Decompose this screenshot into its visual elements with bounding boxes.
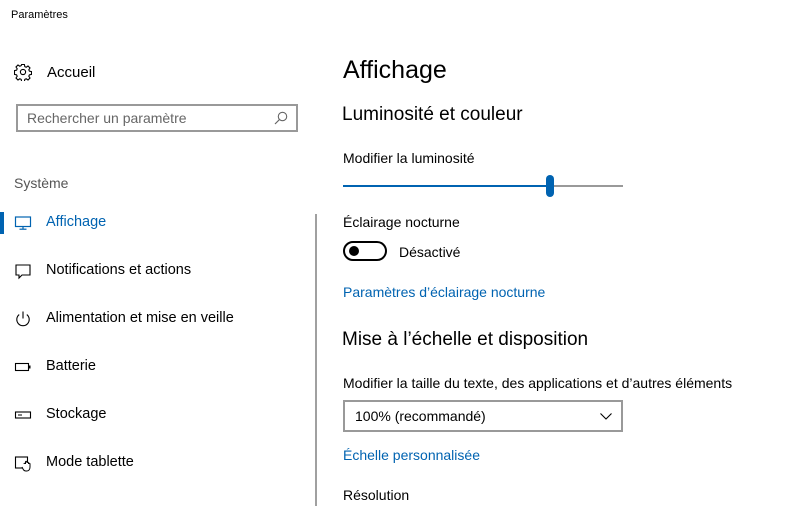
toggle-knob <box>349 246 359 256</box>
sidebar-item-storage[interactable]: Stockage <box>0 400 300 430</box>
night-light-label: Éclairage nocturne <box>343 214 460 230</box>
sidebar-item-display[interactable]: Affichage <box>0 208 300 238</box>
home-label: Accueil <box>47 63 96 81</box>
scale-dropdown[interactable]: 100% (recommandé) <box>343 400 623 432</box>
sidebar-item-notifications[interactable]: Notifications et actions <box>0 256 300 286</box>
search-input[interactable] <box>27 110 274 126</box>
sidebar-item-label: Notifications et actions <box>46 262 192 278</box>
sidebar-scrollbar[interactable] <box>315 214 317 506</box>
home-nav-item[interactable]: Accueil <box>14 61 294 83</box>
search-icon[interactable] <box>274 111 288 125</box>
slider-fill <box>343 185 551 187</box>
night-light-toggle[interactable] <box>343 241 387 261</box>
night-light-state: Désactivé <box>399 244 461 260</box>
section-label-system: Système <box>14 175 69 191</box>
sidebar-item-label: Batterie <box>46 358 96 374</box>
resolution-label: Résolution <box>343 487 410 503</box>
brightness-section-heading: Luminosité et couleur <box>342 104 523 125</box>
sidebar-item-tablet-mode[interactable]: Mode tablette <box>0 448 300 478</box>
page-title: Affichage <box>343 56 447 84</box>
sidebar-item-label: Alimentation et mise en veille <box>46 310 234 326</box>
night-light-settings-link[interactable]: Paramètres d’éclairage nocturne <box>343 284 545 300</box>
slider-thumb[interactable] <box>546 175 555 197</box>
power-icon <box>14 310 32 328</box>
sidebar-item-label: Affichage <box>46 214 107 230</box>
brightness-label: Modifier la luminosité <box>343 150 475 166</box>
monitor-icon <box>14 214 32 232</box>
battery-icon <box>14 358 32 376</box>
selected-indicator <box>0 212 4 234</box>
custom-scale-link[interactable]: Échelle personnalisée <box>343 447 480 463</box>
sidebar-item-label: Stockage <box>46 406 107 422</box>
storage-icon <box>14 406 32 424</box>
sidebar-item-power[interactable]: Alimentation et mise en veille <box>0 304 300 334</box>
search-box[interactable] <box>16 104 298 132</box>
scale-section-heading: Mise à l’échelle et disposition <box>342 329 589 350</box>
scale-label: Modifier la taille du texte, des applica… <box>343 375 733 391</box>
brightness-slider[interactable] <box>343 174 623 198</box>
sidebar-item-label: Mode tablette <box>46 454 134 470</box>
tablet-mode-icon <box>14 454 32 472</box>
sidebar-item-battery[interactable]: Batterie <box>0 352 300 382</box>
scale-dropdown-value: 100% (recommandé) <box>355 408 486 424</box>
chevron-down-icon <box>599 409 613 423</box>
notification-icon <box>14 262 32 280</box>
gear-icon <box>14 63 32 81</box>
window-title: Paramètres <box>11 9 68 21</box>
